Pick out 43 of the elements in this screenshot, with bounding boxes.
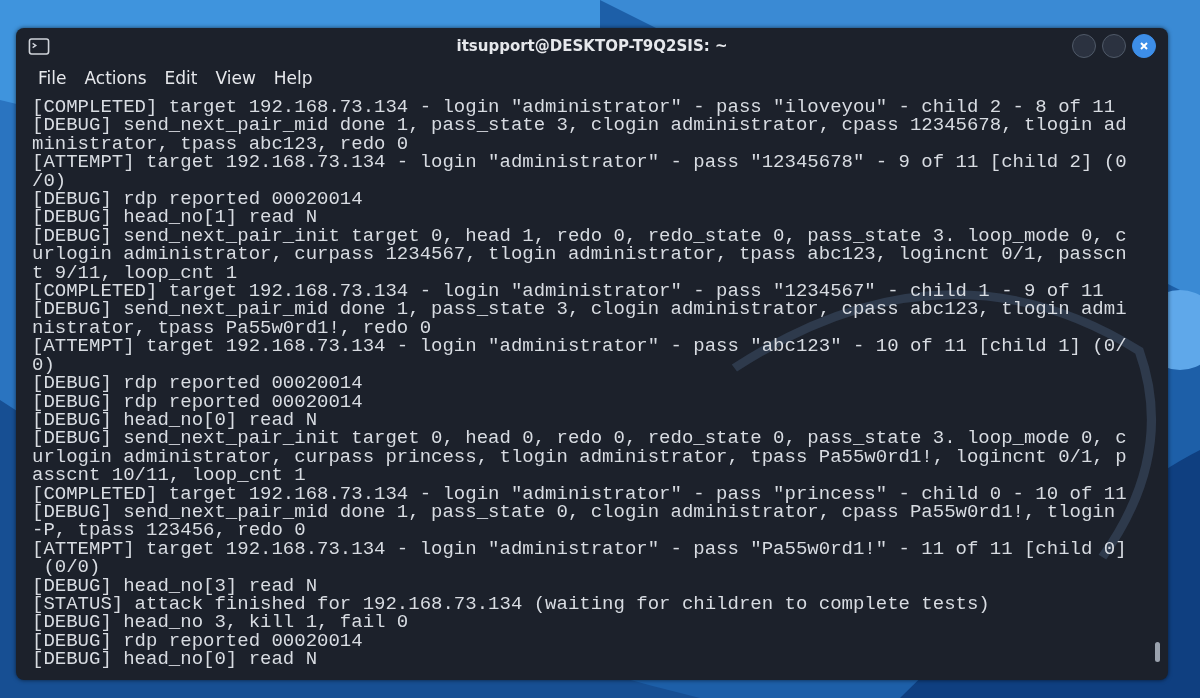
terminal-line: t 9/11, loop_cnt 1 xyxy=(32,263,238,283)
terminal-line: [DEBUG] rdp reported 00020014 xyxy=(32,631,363,651)
terminal-line: urlogin administrator, curpass 1234567, tlogin administrator, tpass abc123, logincnt 0/1, passcn xyxy=(32,245,1127,264)
terminal-line: [DEBUG] rdp reported 00020014 xyxy=(32,190,363,209)
terminal-line: [DEBUG] head_no[0] read N xyxy=(32,410,318,430)
terminal-line: [DEBUG] send_next_pair_init target 0, head 1, redo 0, redo_state 0, pass_state 3. loop_mode 0, c xyxy=(32,226,1127,246)
terminal-line: ministrator, tpass abc123, redo 0 xyxy=(32,134,409,154)
scrollbar-thumb[interactable] xyxy=(1155,642,1160,662)
terminal-line: [DEBUG] head_no[1] read N xyxy=(32,208,318,227)
maximize-button[interactable] xyxy=(1102,34,1126,58)
terminal-line: [ATTEMPT] target 192.168.73.134 - login "administrator" - pass "Pa55w0rd1!" - 11 of 11 [child 0] xyxy=(32,539,1127,559)
terminal-line: nistrator, tpass Pa55w0rd1!, redo 0 xyxy=(32,318,432,338)
terminal-line: [COMPLETED] target 192.168.73.134 - login "administrator" - pass "princess" - child 0 - 10 of 11 xyxy=(32,484,1127,503)
terminal-line: /0) xyxy=(32,171,67,191)
terminal-line: 0) xyxy=(32,355,55,375)
terminal-line: [DEBUG] send_next_pair_mid done 1, pass_state 0, clogin administrator, cpass Pa55w0rd1!, tlogin xyxy=(32,502,1116,522)
menu-item[interactable]: View xyxy=(207,68,264,88)
terminal-line: [DEBUG] head_no 3, kill 1, fail 0 xyxy=(32,613,409,632)
terminal-line: [DEBUG] rdp reported 00020014 xyxy=(32,392,363,411)
close-button[interactable] xyxy=(1132,34,1156,58)
window-title: itsupport@DESKTOP-T9Q2SIS: ~ xyxy=(456,37,728,55)
menu-item[interactable]: File xyxy=(30,68,75,88)
terminal-line: [ATTEMPT] target 192.168.73.134 - login "administrator" - pass "abc123" - 10 of 11 [child 1] (0/ xyxy=(32,337,1127,356)
menu-item[interactable]: Edit xyxy=(156,68,206,88)
terminal-icon xyxy=(28,37,50,55)
terminal-line: [DEBUG] rdp reported 00020014 xyxy=(32,374,363,393)
terminal-line: -P, tpass 123456, redo 0 xyxy=(32,521,306,540)
terminal-line: [DEBUG] send_next_pair_mid done 1, pass_state 3, clogin administrator, cpass abc123, tlogin admi xyxy=(32,300,1127,319)
terminal-line: [COMPLETED] target 192.168.73.134 - login "administrator" - pass "iloveyou" - child 2 - 8 of 11 xyxy=(32,98,1116,117)
terminal-line: asscnt 10/11, loop_cnt 1 xyxy=(32,466,306,485)
menu-item[interactable]: Help xyxy=(265,68,321,88)
terminal-line: [DEBUG] head_no[0] read N xyxy=(32,650,318,669)
terminal-line: [ATTEMPT] target 192.168.73.134 - login "administrator" - pass "12345678" - 9 of 11 [child 2] (0 xyxy=(32,153,1127,172)
terminal-line: [COMPLETED] target 192.168.73.134 - login "administrator" - pass "1234567" - child 1 - 9 of 11 xyxy=(32,282,1104,301)
terminal-line: [STATUS] attack finished for 192.168.73.134 (waiting for children to complete tests) xyxy=(32,594,990,614)
close-icon xyxy=(1139,41,1149,51)
minimize-button[interactable] xyxy=(1072,34,1096,58)
terminal-line: [DEBUG] send_next_pair_init target 0, head 0, redo 0, redo_state 0, pass_state 3. loop_mode 0, c xyxy=(32,429,1127,448)
terminal-line: (0/0) xyxy=(43,558,101,577)
terminal-line: urlogin administrator, curpass princess, tlogin administrator, tpass Pa55w0rd1!, logincnt 0/1, p xyxy=(32,447,1127,467)
menu-item[interactable]: Actions xyxy=(76,68,155,88)
terminal-line: [DEBUG] head_no[3] read N xyxy=(32,576,318,595)
terminal-line: [DEBUG] send_next_pair_mid done 1, pass_state 3, clogin administrator, cpass 12345678, tlogin ad xyxy=(32,116,1127,135)
